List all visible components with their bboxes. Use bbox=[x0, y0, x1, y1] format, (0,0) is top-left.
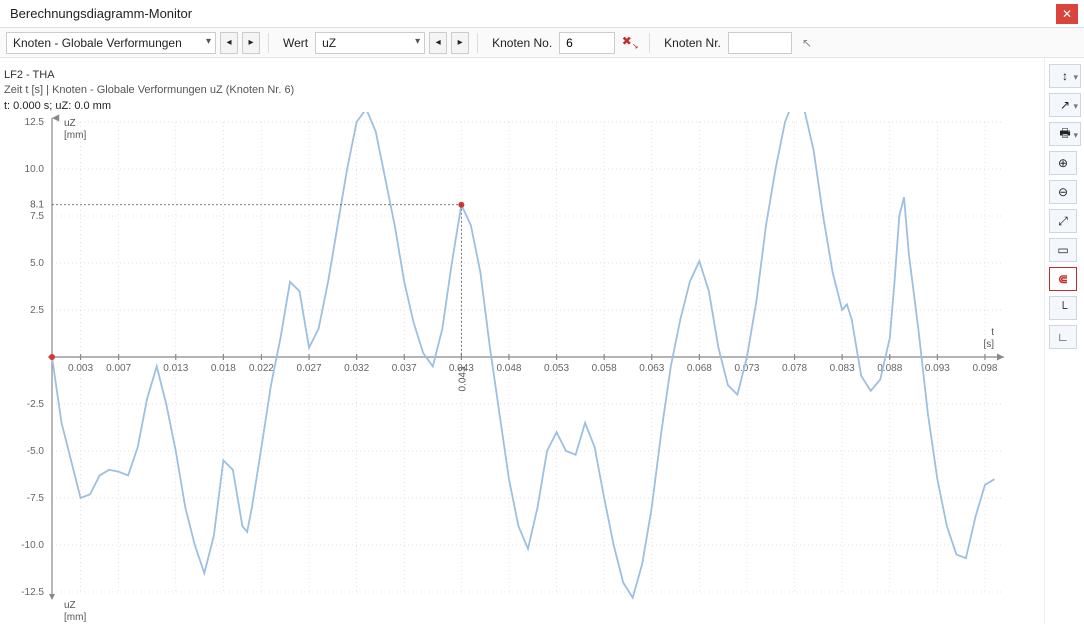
close-icon: ✕ bbox=[1062, 0, 1072, 28]
svg-text:[s]: [s] bbox=[983, 339, 994, 350]
linear-axes-icon: └ bbox=[1059, 301, 1068, 315]
svg-text:0.083: 0.083 bbox=[830, 363, 855, 374]
svg-text:-12.5: -12.5 bbox=[21, 587, 44, 598]
zoom-out-icon: ⊖ bbox=[1058, 185, 1068, 199]
svg-text:0.027: 0.027 bbox=[297, 363, 322, 374]
next-wert-button[interactable]: ▸ bbox=[451, 32, 469, 54]
print-button[interactable]: 🖶▾ bbox=[1049, 122, 1081, 146]
svg-text:0.058: 0.058 bbox=[592, 363, 617, 374]
wert-value-label: uZ bbox=[322, 36, 336, 50]
svg-text:0.043: 0.043 bbox=[457, 366, 468, 391]
plot-title: LF2 - THA bbox=[4, 68, 1034, 83]
svg-text:10.0: 10.0 bbox=[25, 164, 45, 175]
wert-label: Wert bbox=[283, 36, 308, 50]
svg-text:-7.5: -7.5 bbox=[27, 493, 45, 504]
pick-node-button[interactable]: ✖↘ bbox=[619, 32, 641, 54]
toolbar: Knoten - Globale Verformungen ◂ ▸ Wert u… bbox=[0, 28, 1084, 58]
svg-text:5.0: 5.0 bbox=[30, 258, 44, 269]
svg-text:0.022: 0.022 bbox=[249, 363, 274, 374]
prev-result-type-button[interactable]: ◂ bbox=[220, 32, 238, 54]
svg-text:0.037: 0.037 bbox=[392, 363, 417, 374]
zoom-in-icon: ⊕ bbox=[1058, 156, 1068, 170]
svg-text:t: t bbox=[991, 327, 994, 338]
printer-icon: 🖶 bbox=[1059, 124, 1070, 145]
svg-text:0.078: 0.078 bbox=[782, 363, 807, 374]
knoten-nr-label: Knoten Nr. bbox=[664, 36, 721, 50]
result-type-dropdown[interactable]: Knoten - Globale Verformungen bbox=[6, 32, 216, 54]
scale-options-button[interactable]: ↗︎▾ bbox=[1049, 93, 1081, 117]
result-type-label: Knoten - Globale Verformungen bbox=[13, 36, 182, 50]
svg-text:12.5: 12.5 bbox=[25, 117, 45, 128]
cursor-snap-button[interactable]: ⋐ bbox=[1049, 267, 1077, 291]
wert-dropdown[interactable]: uZ bbox=[315, 32, 425, 54]
svg-text:0.003: 0.003 bbox=[68, 363, 93, 374]
magnet-icon: ⋐ bbox=[1058, 272, 1068, 286]
axes-linear-button[interactable]: └ bbox=[1049, 296, 1077, 320]
zoom-fit-icon: ⤢ bbox=[1058, 214, 1068, 229]
svg-text:0.093: 0.093 bbox=[925, 363, 950, 374]
svg-text:[mm]: [mm] bbox=[64, 130, 86, 141]
axes-options-button[interactable]: ↕︎▾ bbox=[1049, 64, 1081, 88]
knoten-no-input[interactable] bbox=[559, 32, 615, 54]
svg-text:0.073: 0.073 bbox=[734, 363, 759, 374]
zoom-window-icon: ▭ bbox=[1057, 243, 1068, 257]
chart-plot[interactable]: 0.003 0.007 0.013 0.018 0.022 0.027 0.032 0.037… bbox=[4, 112, 1016, 622]
svg-text:0.018: 0.018 bbox=[211, 363, 236, 374]
log-axes-icon: ∟ bbox=[1057, 330, 1069, 344]
plot-subtitle: Zeit t [s] | Knoten - Globale Verformung… bbox=[4, 83, 1034, 98]
knoten-nr-input[interactable] bbox=[728, 32, 792, 54]
zoom-out-button[interactable]: ⊖ bbox=[1049, 180, 1077, 204]
cursor-pick-icon: ↖ bbox=[802, 36, 812, 50]
target-delete-icon: ✖↘ bbox=[622, 34, 639, 50]
knoten-no-label: Knoten No. bbox=[492, 36, 552, 50]
pick-in-view-button[interactable]: ↖ bbox=[796, 32, 818, 54]
svg-text:2.5: 2.5 bbox=[30, 305, 44, 316]
zoom-in-button[interactable]: ⊕ bbox=[1049, 151, 1077, 175]
svg-text:uZ: uZ bbox=[64, 118, 76, 129]
axes-icon: ↕︎ bbox=[1062, 69, 1068, 83]
scale-icon: ↗︎ bbox=[1060, 98, 1070, 112]
next-result-type-button[interactable]: ▸ bbox=[242, 32, 260, 54]
svg-text:0.098: 0.098 bbox=[972, 363, 997, 374]
cursor-readout: t: 0.000 s; uZ: 0.0 mm bbox=[4, 100, 1034, 112]
svg-text:-5.0: -5.0 bbox=[27, 446, 45, 457]
svg-text:0.048: 0.048 bbox=[496, 363, 521, 374]
divider bbox=[268, 33, 269, 53]
svg-text:0.032: 0.032 bbox=[344, 363, 369, 374]
svg-text:0.053: 0.053 bbox=[544, 363, 569, 374]
zoom-window-button[interactable]: ▭ bbox=[1049, 238, 1077, 262]
axes-log-button[interactable]: ∟ bbox=[1049, 325, 1077, 349]
svg-text:0.068: 0.068 bbox=[687, 363, 712, 374]
divider bbox=[477, 33, 478, 53]
side-toolbar: ↕︎▾ ↗︎▾ 🖶▾ ⊕ ⊖ ⤢ ▭ ⋐ └ ∟ bbox=[1044, 58, 1084, 624]
svg-text:uZ: uZ bbox=[64, 600, 76, 611]
zoom-fit-button[interactable]: ⤢ bbox=[1049, 209, 1077, 233]
prev-wert-button[interactable]: ◂ bbox=[429, 32, 447, 54]
svg-text:[mm]: [mm] bbox=[64, 612, 86, 622]
close-button[interactable]: ✕ bbox=[1056, 4, 1078, 24]
svg-text:0.063: 0.063 bbox=[639, 363, 664, 374]
svg-text:-2.5: -2.5 bbox=[27, 399, 45, 410]
svg-text:8.1: 8.1 bbox=[30, 199, 44, 210]
svg-text:0.013: 0.013 bbox=[163, 363, 188, 374]
window-title: Berechnungsdiagramm-Monitor bbox=[10, 0, 192, 28]
svg-text:0.007: 0.007 bbox=[106, 363, 131, 374]
divider bbox=[649, 33, 650, 53]
svg-text:7.5: 7.5 bbox=[30, 211, 44, 222]
svg-text:-10.0: -10.0 bbox=[21, 540, 44, 551]
